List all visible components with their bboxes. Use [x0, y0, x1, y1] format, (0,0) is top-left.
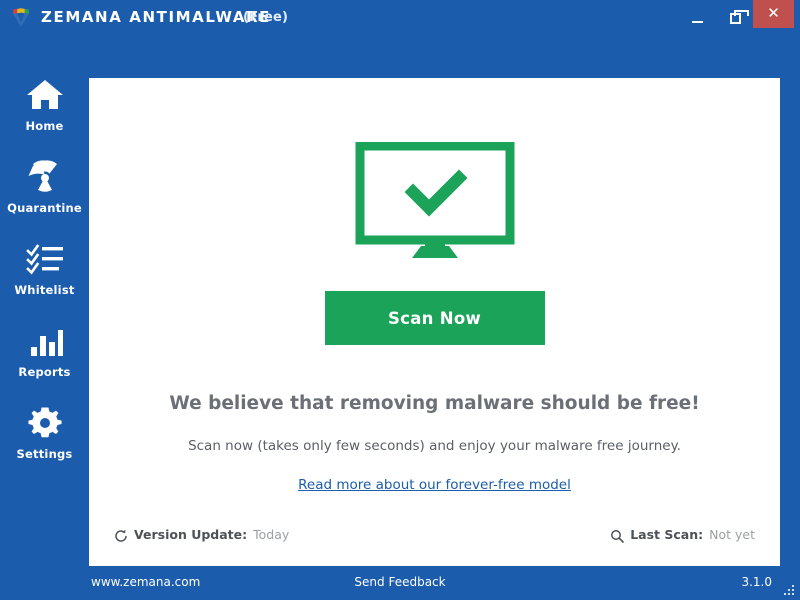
- close-button[interactable]: ✕: [753, 0, 794, 28]
- main-content-panel: Scan Now We believe that removing malwar…: [89, 78, 780, 566]
- sidebar-item-label: Whitelist: [14, 283, 75, 297]
- sidebar-item-whitelist[interactable]: Whitelist: [0, 242, 89, 317]
- home-icon: [25, 78, 65, 114]
- scan-now-button[interactable]: Scan Now: [324, 291, 545, 345]
- refresh-icon: [114, 528, 128, 542]
- sidebar-item-reports[interactable]: Reports: [0, 324, 89, 399]
- close-icon: ✕: [767, 5, 780, 22]
- read-more-link-wrapper: Read more about our forever-free model: [89, 474, 780, 493]
- sidebar-nav: Home Quarantine Whitelist Reports Settin…: [0, 62, 89, 532]
- title-bar: ZEMANA ANTIMALWARE (Free) ✕: [0, 0, 800, 36]
- last-scan-value: Not yet: [709, 527, 755, 542]
- read-more-link[interactable]: Read more about our forever-free model: [298, 477, 571, 493]
- minimize-icon: [691, 20, 703, 23]
- app-edition-badge: (Free): [243, 10, 289, 25]
- version-update-status: Version Update: Today: [114, 527, 289, 542]
- last-scan-label: Last Scan:: [630, 527, 704, 542]
- search-icon: [610, 528, 625, 543]
- sidebar-item-settings[interactable]: Settings: [0, 406, 89, 481]
- footer-version-label: 3.1.0: [741, 575, 772, 589]
- subline-text: Scan now (takes only few seconds) and en…: [188, 438, 681, 454]
- footer-send-feedback-link[interactable]: Send Feedback: [0, 575, 800, 589]
- maximize-icon: [729, 10, 749, 24]
- application-window: ZEMANA ANTIMALWARE (Free) ✕ Home Quarant…: [0, 0, 800, 600]
- sidebar-item-label: Settings: [16, 447, 73, 461]
- version-update-label: Version Update:: [134, 527, 248, 542]
- radiation-icon: [25, 160, 65, 196]
- sidebar-item-label: Home: [25, 119, 64, 133]
- gear-icon: [25, 406, 65, 442]
- app-title: ZEMANA ANTIMALWARE: [41, 8, 272, 26]
- panel-status-bar: Version Update: Today Last Scan: Not yet: [89, 510, 780, 566]
- minimize-button[interactable]: [680, 0, 714, 28]
- headline-text: We believe that removing malware should …: [169, 393, 700, 414]
- monitor-check-icon: [355, 141, 515, 262]
- zemana-shield-logo-icon: [9, 5, 33, 31]
- maximize-button[interactable]: [718, 0, 752, 28]
- bar-chart-icon: [25, 324, 65, 360]
- version-update-value: Today: [253, 527, 290, 542]
- sidebar-item-quarantine[interactable]: Quarantine: [0, 160, 89, 235]
- checklist-icon: [25, 242, 65, 278]
- sidebar-item-label: Quarantine: [7, 201, 82, 215]
- sidebar-item-label: Reports: [18, 365, 71, 379]
- footer-bar: www.zemana.com Send Feedback 3.1.0: [0, 566, 800, 600]
- resize-grip-icon[interactable]: [784, 585, 796, 597]
- last-scan-status: Last Scan: Not yet: [610, 527, 755, 543]
- sidebar-item-home[interactable]: Home: [0, 78, 89, 153]
